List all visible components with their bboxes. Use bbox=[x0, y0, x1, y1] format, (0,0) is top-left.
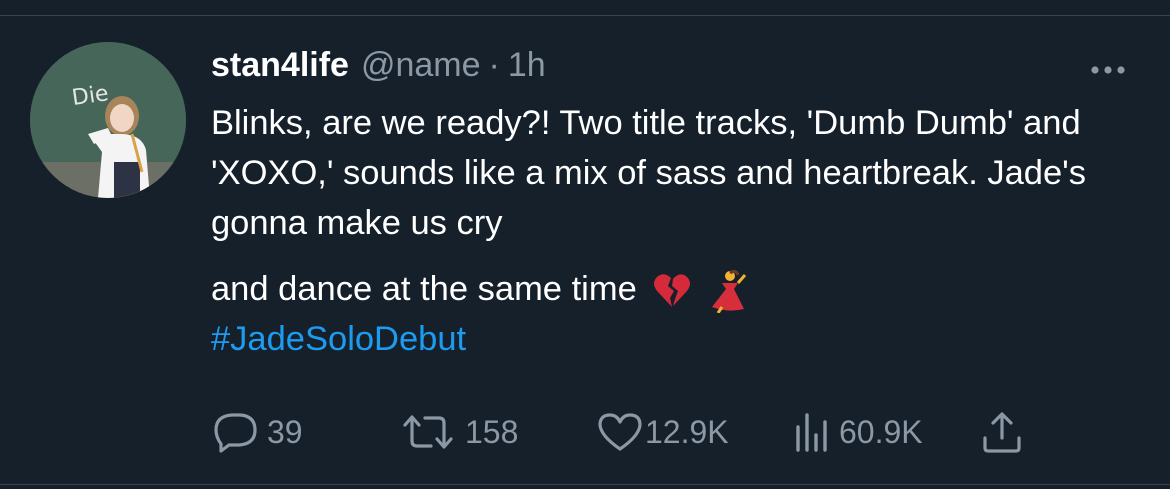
hashtag-link[interactable]: #JadeSoloDebut bbox=[211, 314, 1131, 364]
reply-count: 39 bbox=[267, 413, 303, 450]
share-button[interactable] bbox=[981, 408, 1023, 456]
like-count: 12.9K bbox=[645, 413, 729, 450]
broken-heart-emoji bbox=[654, 274, 691, 307]
more-horizontal-icon bbox=[1091, 66, 1125, 74]
views-button[interactable]: 60.9K bbox=[793, 408, 923, 456]
user-handle[interactable]: @name bbox=[361, 46, 481, 85]
dancer-emoji bbox=[711, 269, 747, 313]
views-count: 60.9K bbox=[839, 413, 923, 450]
like-button[interactable]: 12.9K bbox=[597, 408, 729, 456]
reply-icon bbox=[214, 413, 257, 453]
tweet-header: stan4life @name · 1h bbox=[211, 46, 546, 92]
avatar[interactable]: Die bbox=[30, 42, 186, 198]
display-name[interactable]: stan4life bbox=[211, 46, 349, 85]
separator-dot: · bbox=[488, 46, 500, 84]
tweet-actions: 39 158 12.9K 60.9K bbox=[211, 408, 1051, 456]
avatar-image: Die bbox=[30, 42, 186, 198]
avatar-caption: Die bbox=[70, 81, 110, 111]
tweet-text: Blinks, are we ready?! Two title tracks,… bbox=[211, 98, 1131, 364]
retweet-count: 158 bbox=[465, 413, 519, 450]
top-divider bbox=[0, 15, 1170, 16]
tweet-paragraph: Blinks, are we ready?! Two title tracks,… bbox=[211, 104, 1087, 242]
share-icon bbox=[983, 412, 1021, 453]
more-options-button[interactable] bbox=[1086, 58, 1130, 82]
tweet-second-line-text: and dance at the same time bbox=[211, 270, 637, 308]
timestamp[interactable]: 1h bbox=[508, 46, 546, 85]
heart-icon bbox=[598, 413, 642, 451]
retweet-icon bbox=[403, 415, 453, 449]
views-icon bbox=[796, 413, 827, 452]
tweet-second-line: and dance at the same time bbox=[211, 264, 1131, 314]
bottom-divider bbox=[0, 484, 1170, 485]
retweet-button[interactable]: 158 bbox=[399, 408, 518, 456]
reply-button[interactable]: 39 bbox=[213, 408, 303, 456]
